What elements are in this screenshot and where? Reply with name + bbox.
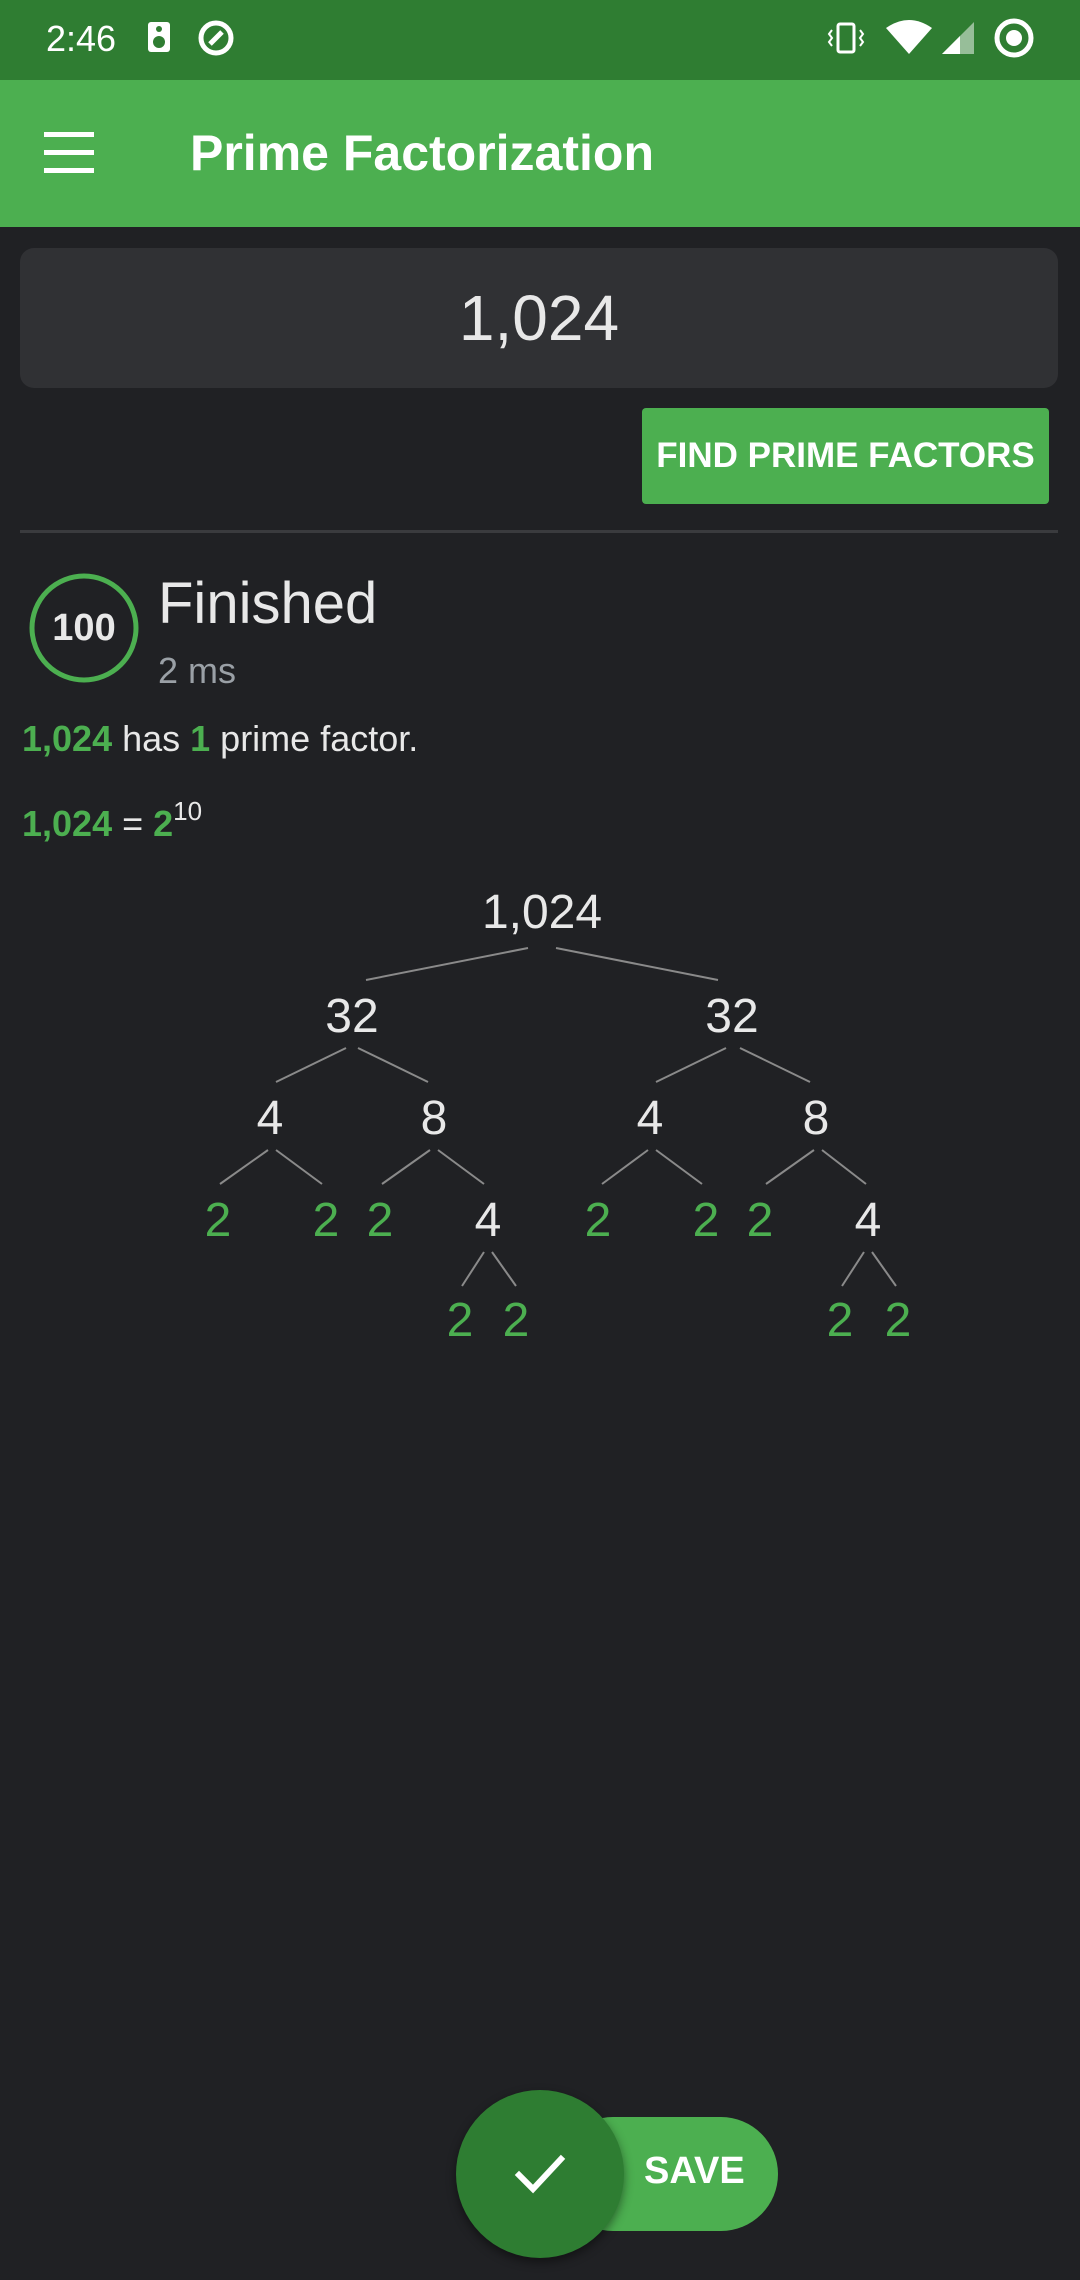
tree-node: 4	[257, 1092, 284, 1145]
number-input[interactable]	[20, 248, 1058, 388]
tree-prime-leaf: 2	[367, 1194, 394, 1247]
speaker-icon	[148, 22, 170, 52]
app-bar: Prime Factorization	[0, 80, 1080, 227]
factor-summary: 1,024 has 1 prime factor.	[22, 718, 418, 760]
tree-node: 8	[421, 1092, 448, 1145]
equation-exponent: 10	[173, 796, 203, 826]
tree-prime-leaf: 2	[447, 1294, 474, 1340]
tree-prime-leaf: 2	[313, 1194, 340, 1247]
check-icon	[514, 2154, 566, 2194]
tree-node: 1,024	[482, 886, 602, 939]
tree-prime-leaf: 2	[585, 1194, 612, 1247]
tree-prime-leaf: 2	[827, 1294, 854, 1340]
divider	[20, 530, 1058, 533]
tree-prime-leaf: 2	[503, 1294, 530, 1340]
tree-prime-leaf: 2	[747, 1194, 774, 1247]
result-status: Finished	[158, 571, 378, 636]
vibrate-icon	[827, 22, 865, 54]
tree-node: 32	[705, 990, 758, 1043]
hamburger-menu-icon[interactable]	[44, 130, 100, 176]
equation-equals: =	[112, 803, 154, 844]
tree-node: 4	[637, 1092, 664, 1145]
find-prime-factors-button[interactable]: FIND PRIME FACTORS	[642, 408, 1049, 504]
progress-value: 100	[52, 606, 116, 649]
summary-text-1: has	[112, 718, 191, 759]
wifi-icon	[886, 20, 932, 54]
factor-equation: 1,024 = 210	[22, 796, 202, 845]
equation-base: 2	[153, 803, 174, 844]
equation-number: 1,024	[22, 803, 113, 844]
record-icon	[994, 18, 1034, 58]
summary-text-2: prime factor.	[210, 718, 419, 759]
sync-icon	[198, 20, 234, 56]
tree-prime-leaf: 2	[885, 1294, 912, 1340]
tree-node: 4	[855, 1194, 882, 1247]
summary-number: 1,024	[22, 718, 113, 759]
app-title: Prime Factorization	[190, 125, 654, 181]
signal-icon	[942, 22, 974, 54]
tree-prime-leaf: 2	[693, 1194, 720, 1247]
tree-node: 4	[475, 1194, 502, 1247]
tree-node: 32	[325, 990, 378, 1043]
status-bar: 2:46	[0, 0, 1080, 80]
tree-node: 8	[803, 1092, 830, 1145]
factor-tree: 1,024 32 32 4 8 4 8 2 2 2 4 2 2 2 4 2 2 …	[205, 886, 912, 1340]
confirm-fab[interactable]	[456, 2090, 624, 2258]
elapsed-time: 2 ms	[158, 650, 237, 691]
tree-prime-leaf: 2	[205, 1194, 232, 1247]
status-time: 2:46	[46, 18, 117, 59]
summary-count: 1	[190, 718, 211, 759]
save-label[interactable]: SAVE	[644, 2150, 745, 2193]
